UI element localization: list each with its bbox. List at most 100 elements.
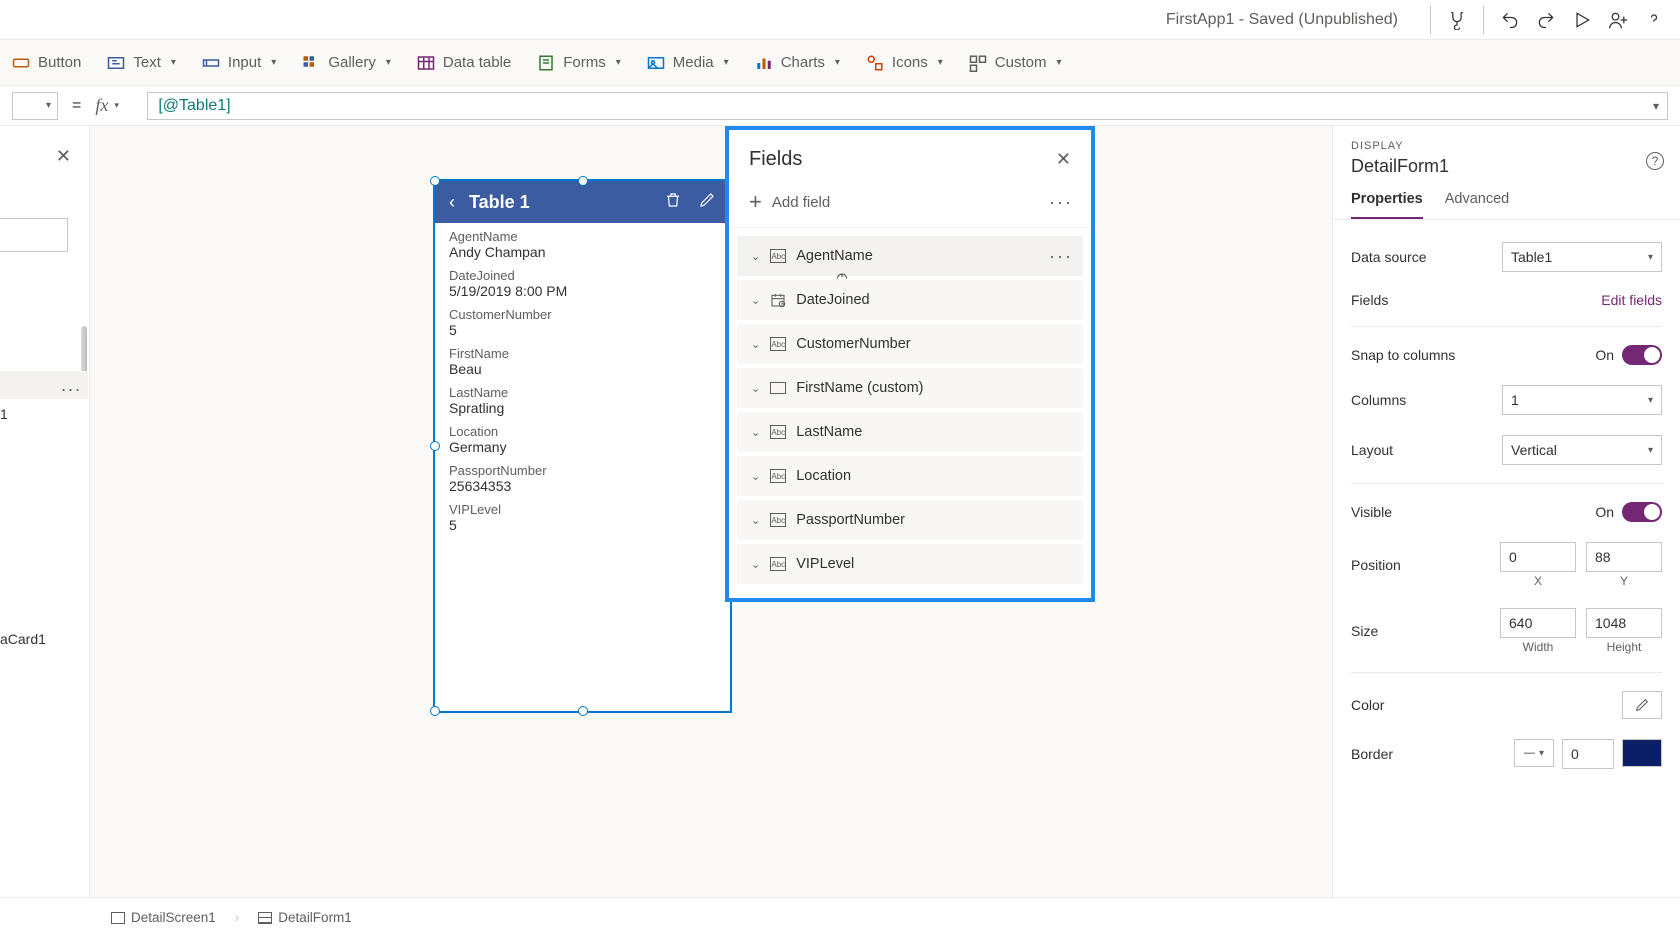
screen-icon — [111, 912, 125, 924]
fx-button[interactable]: fx ▾ — [95, 95, 139, 116]
insert-charts[interactable]: Charts▾ — [755, 54, 840, 72]
tab-advanced[interactable]: Advanced — [1445, 191, 1510, 219]
data-card[interactable]: AgentNameAndy Champan — [435, 223, 730, 262]
more-icon[interactable]: ··· — [1049, 192, 1073, 213]
fields-popup-title: Fields — [749, 148, 802, 171]
data-card[interactable]: LocationGermany — [435, 418, 730, 457]
border-width-input[interactable]: 0 — [1562, 739, 1614, 769]
tab-properties[interactable]: Properties — [1351, 191, 1423, 219]
chevron-down-icon: ⌄ — [751, 250, 760, 263]
chevron-down-icon: ▾ — [171, 57, 176, 68]
data-card[interactable]: DateJoined5/19/2019 8:00 PM — [435, 262, 730, 301]
resize-handle[interactable] — [578, 176, 588, 186]
formula-input[interactable]: [@Table1] ▾ — [147, 92, 1668, 120]
undo-icon[interactable] — [1492, 2, 1528, 38]
help-icon[interactable]: ? — [1646, 152, 1664, 170]
data-source-select[interactable]: Table1▾ — [1502, 242, 1662, 272]
columns-select[interactable]: 1▾ — [1502, 385, 1662, 415]
insert-icons[interactable]: Icons▾ — [866, 54, 943, 72]
resize-handle[interactable] — [578, 706, 588, 716]
breadcrumb-form[interactable]: DetailForm1 — [247, 905, 363, 930]
insert-custom[interactable]: Custom▾ — [969, 54, 1062, 72]
data-card[interactable]: PassportNumber25634353 — [435, 457, 730, 496]
insert-input[interactable]: Input▾ — [202, 54, 276, 72]
field-row-firstname[interactable]: ⌄ FirstName (custom) — [737, 368, 1083, 408]
chevron-down-icon: ▾ — [1056, 57, 1061, 68]
field-row-location[interactable]: ⌄ Abc Location — [737, 456, 1083, 496]
canvas[interactable]: ‹ Table 1 AgentNameAndy Champan DateJoin… — [90, 126, 1333, 897]
resize-handle[interactable] — [430, 706, 440, 716]
field-row-lastname[interactable]: ⌄ Abc LastName — [737, 412, 1083, 452]
button-icon — [12, 54, 30, 72]
property-selector[interactable]: ▾ — [12, 92, 58, 120]
columns-label: Columns — [1351, 392, 1406, 408]
text-field-icon: Abc — [770, 249, 786, 263]
border-color-picker[interactable] — [1622, 739, 1662, 767]
edit-fields-link[interactable]: Edit fields — [1601, 292, 1662, 308]
play-icon[interactable] — [1564, 2, 1600, 38]
chevron-down-icon: ⌄ — [751, 514, 760, 527]
add-field-button[interactable]: + Add field ··· — [729, 181, 1091, 228]
size-height-input[interactable]: 1048 — [1586, 608, 1662, 638]
field-row-datejoined[interactable]: ⌄ DateJoined — [737, 280, 1083, 320]
tree-item-selected[interactable]: ... — [0, 371, 88, 399]
chevron-down-icon: ▾ — [386, 57, 391, 68]
resize-handle[interactable] — [430, 176, 440, 186]
help-icon[interactable] — [1636, 2, 1672, 38]
size-width-input[interactable]: 640 — [1500, 608, 1576, 638]
position-y-input[interactable]: 88 — [1586, 542, 1662, 572]
insert-text[interactable]: Text▾ — [107, 54, 176, 72]
date-field-icon — [770, 293, 786, 307]
close-icon[interactable]: ✕ — [1056, 149, 1071, 170]
divider — [1351, 483, 1662, 484]
form-icon — [258, 912, 272, 924]
resize-handle[interactable] — [430, 441, 440, 451]
visible-toggle[interactable] — [1622, 502, 1662, 522]
border-style-select[interactable]: — ▾ — [1514, 739, 1554, 767]
insert-media[interactable]: Media▾ — [647, 54, 729, 72]
color-picker[interactable] — [1622, 691, 1662, 719]
app-title: FirstApp1 - Saved (Unpublished) — [1166, 11, 1398, 29]
form-header: ‹ Table 1 — [435, 181, 730, 223]
edit-icon[interactable] — [698, 191, 716, 214]
field-row-customernumber[interactable]: ⌄ Abc CustomerNumber — [737, 324, 1083, 364]
text-icon — [107, 54, 125, 72]
snap-toggle[interactable] — [1622, 345, 1662, 365]
data-card[interactable]: VIPLevel5 — [435, 496, 730, 535]
detail-form[interactable]: ‹ Table 1 AgentNameAndy Champan DateJoin… — [435, 181, 730, 711]
more-icon[interactable]: ··· — [1049, 246, 1073, 267]
tree-item[interactable]: 1 — [0, 406, 8, 422]
chevron-down-icon: ⌄ — [751, 470, 760, 483]
breadcrumb-screen[interactable]: DetailScreen1 — [100, 905, 227, 930]
plus-icon: + — [749, 189, 762, 215]
gallery-icon — [302, 54, 320, 72]
position-x-input[interactable]: 0 — [1500, 542, 1576, 572]
expand-formula-icon[interactable]: ▾ — [1653, 99, 1659, 113]
health-icon[interactable] — [1439, 2, 1475, 38]
chevron-down-icon: ⌄ — [751, 294, 760, 307]
chevron-down-icon: ▾ — [835, 57, 840, 68]
redo-icon[interactable] — [1528, 2, 1564, 38]
divider — [1351, 326, 1662, 327]
forms-icon — [537, 54, 555, 72]
data-card[interactable]: LastNameSpratling — [435, 379, 730, 418]
fields-label: Fields — [1351, 292, 1388, 308]
insert-button[interactable]: Button — [12, 54, 81, 72]
field-row-passportnumber[interactable]: ⌄ Abc PassportNumber — [737, 500, 1083, 540]
tree-search-input[interactable] — [0, 218, 68, 252]
position-label: Position — [1351, 557, 1401, 573]
share-icon[interactable] — [1600, 2, 1636, 38]
data-card[interactable]: CustomerNumber5 — [435, 301, 730, 340]
insert-data-table[interactable]: Data table — [417, 54, 511, 72]
field-row-viplevel[interactable]: ⌄ Abc VIPLevel — [737, 544, 1083, 584]
data-card[interactable]: FirstNameBeau — [435, 340, 730, 379]
tree-item[interactable]: aCard1 — [0, 631, 46, 647]
data-source-label: Data source — [1351, 249, 1426, 265]
insert-gallery[interactable]: Gallery▾ — [302, 54, 391, 72]
insert-forms[interactable]: Forms▾ — [537, 54, 621, 72]
layout-select[interactable]: Vertical▾ — [1502, 435, 1662, 465]
delete-icon[interactable] — [664, 191, 682, 214]
field-row-agentname[interactable]: ⌄ Abc AgentName ··· — [737, 236, 1083, 276]
back-icon[interactable]: ‹ — [449, 192, 455, 213]
close-icon[interactable]: ✕ — [56, 146, 71, 167]
